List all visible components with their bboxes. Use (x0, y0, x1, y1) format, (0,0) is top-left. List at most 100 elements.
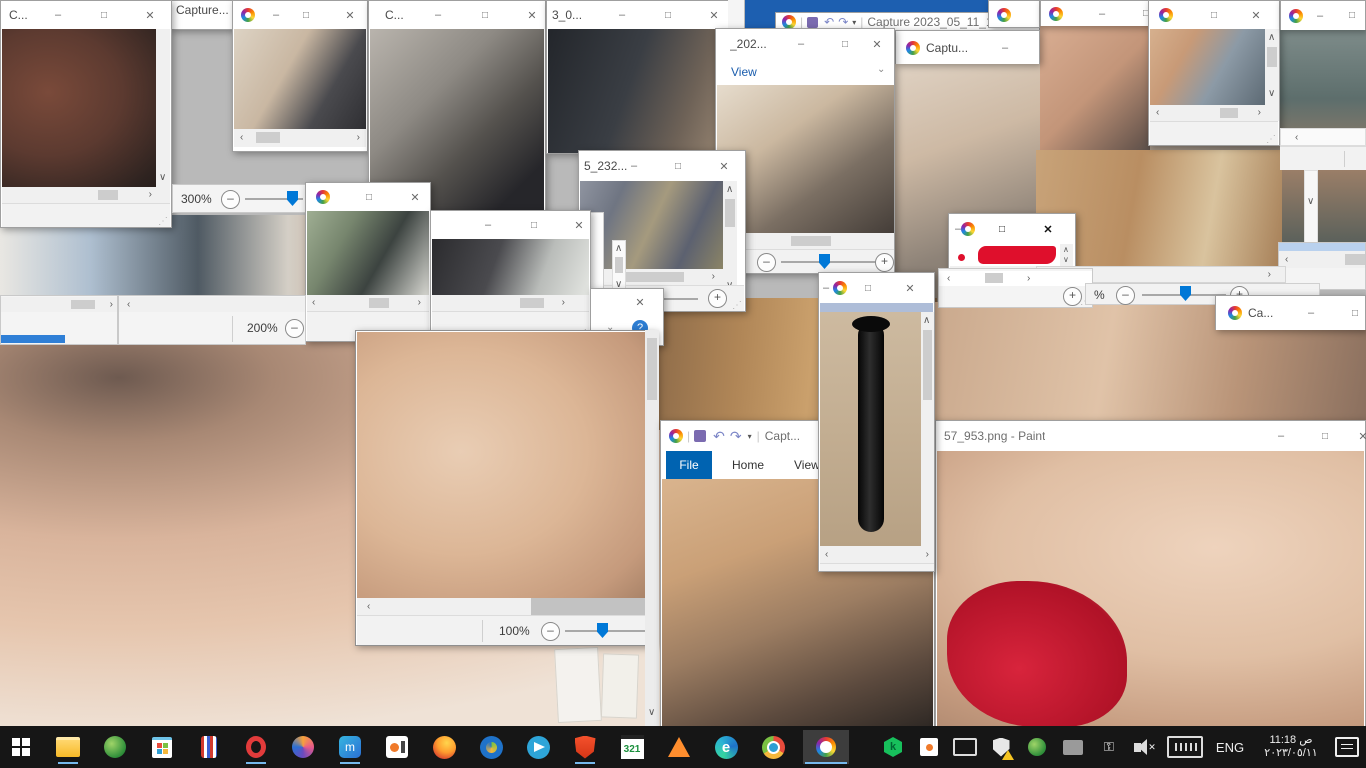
chevron-left-icon[interactable]: ‹ (312, 298, 315, 308)
zoom-slider-thumb[interactable] (287, 191, 298, 206)
scrollbar-thumb[interactable] (1267, 47, 1277, 67)
titlebar[interactable]: – □ ✕ (819, 273, 934, 303)
titlebar[interactable]: 3_0... – □ ✕ (547, 1, 729, 29)
minimize-button[interactable]: – (1294, 296, 1328, 330)
titlebar[interactable]: – □ ✕ (431, 211, 590, 239)
microsoft-store-icon[interactable] (147, 730, 177, 764)
clock[interactable]: 11:18 ص ٢٠٢٣/٠٥/١١ (1256, 730, 1326, 764)
close-button[interactable]: ✕ (1239, 1, 1273, 29)
maximize-button[interactable]: □ (517, 211, 551, 239)
chevron-up-icon[interactable]: ∧ (726, 185, 733, 195)
canvas-photo[interactable] (307, 211, 429, 295)
close-button[interactable]: ✕ (1031, 214, 1065, 244)
chevron-right-icon[interactable]: › (110, 300, 113, 310)
minimize-button[interactable]: – (421, 1, 455, 29)
scrollbar-thumb[interactable] (923, 330, 932, 400)
language-indicator[interactable]: ENG (1210, 730, 1250, 764)
close-button[interactable]: ✕ (697, 1, 731, 29)
window-narrow[interactable]: – □ ✕ ∧ ‹ › (818, 272, 935, 572)
camtasia-icon[interactable] (476, 730, 506, 764)
canvas-photo[interactable] (357, 332, 655, 598)
minimize-button[interactable]: – (617, 151, 651, 181)
zoom-out-button[interactable]: – (541, 622, 560, 641)
titlebar[interactable]: 5_232... – □ ✕ (579, 151, 745, 181)
telegram-icon[interactable] (523, 730, 553, 764)
titlebar[interactable]: – □ (1281, 1, 1365, 30)
maximize-button[interactable]: □ (828, 29, 862, 59)
window-3[interactable]: – □ ✕ ‹ › (232, 0, 368, 152)
window-tr2[interactable]: □ ✕ ∧ ∨ ‹ › ⋰ (1148, 0, 1280, 146)
core-temp-icon[interactable] (194, 730, 224, 764)
vertical-scrollbar[interactable]: ∧ ∨ (723, 181, 737, 299)
chevron-down-icon[interactable]: ∨ (1063, 255, 1069, 265)
volume-muted-tray-icon[interactable]: ✕ (1130, 730, 1160, 764)
redo-icon[interactable]: ↷ (838, 15, 848, 29)
scrollbar-thumb[interactable] (256, 132, 280, 143)
scrollbar-thumb[interactable] (725, 199, 735, 227)
zoom-out-button[interactable]: – (1116, 286, 1135, 305)
chevron-left-icon[interactable]: ‹ (825, 550, 828, 560)
scrollbar-thumb[interactable] (520, 298, 544, 308)
resize-grip-icon[interactable]: ⋰ (732, 300, 742, 311)
canvas-photo[interactable] (432, 239, 589, 295)
window-5[interactable]: 3_0... – □ ✕ (546, 0, 730, 154)
minimize-button[interactable]: – (784, 29, 818, 59)
maximize-button[interactable]: □ (1308, 421, 1342, 451)
minimize-button[interactable]: – (605, 1, 639, 29)
titlebar[interactable]: Ca... – □ (1216, 296, 1365, 330)
chevron-left-icon[interactable]: ‹ (947, 274, 950, 284)
minimize-button[interactable]: – (471, 211, 505, 239)
vertical-scrollbar-long[interactable]: ∨ (645, 330, 659, 726)
titlebar[interactable]: _202... – □ ✕ (716, 29, 894, 59)
maximize-button[interactable]: □ (661, 151, 695, 181)
scrollbar-fragment[interactable]: ∧ ∨ (612, 240, 626, 294)
horizontal-scrollbar[interactable]: ‹ › (307, 295, 429, 311)
chevron-right-icon[interactable]: › (1268, 270, 1271, 280)
scrollbar-thumb[interactable] (531, 598, 655, 615)
close-button[interactable]: ✕ (562, 211, 596, 239)
horizontal-scrollbar[interactable]: ‹ › (820, 546, 934, 563)
horizontal-scrollbar[interactable]: › (1, 297, 117, 312)
file-explorer-icon[interactable] (53, 730, 83, 764)
close-button[interactable]: ✕ (860, 29, 894, 59)
minimize-button[interactable]: – (988, 31, 1022, 64)
chevron-left-icon[interactable]: ‹ (1295, 133, 1298, 143)
close-button[interactable]: ✕ (623, 289, 657, 315)
notification-center-icon[interactable] (1332, 730, 1362, 764)
window-18[interactable]: – □ ✕ › ⋰ (430, 210, 591, 340)
chevron-right-icon[interactable]: › (562, 298, 565, 308)
maximize-button[interactable]: □ (1335, 1, 1366, 30)
chevron-up-icon[interactable]: ∧ (1268, 33, 1275, 43)
vertical-scrollbar[interactable]: ∨ (156, 29, 170, 187)
horizontal-scrollbar[interactable]: ‹ (119, 297, 305, 312)
canvas-photo[interactable] (548, 29, 728, 153)
minimize-button[interactable]: – (259, 1, 293, 29)
window-tr1[interactable]: – □ (1040, 0, 1150, 26)
horizontal-scrollbar[interactable]: ‹ › (939, 271, 1092, 286)
horizontal-scrollbar[interactable]: ‹ (357, 598, 655, 615)
save-icon[interactable] (807, 17, 818, 28)
zoom-slider-thumb[interactable] (1180, 286, 1191, 301)
idm-tray-icon[interactable] (1022, 730, 1052, 764)
titlebar[interactable]: □ ✕ (1149, 1, 1279, 29)
titlebar[interactable]: 57_953.png - Paint – □ ✕ (936, 421, 1365, 451)
resize-grip-icon[interactable]: ⋰ (1266, 134, 1276, 145)
maximize-button[interactable]: □ (352, 183, 386, 211)
chevron-right-icon[interactable]: › (357, 133, 360, 143)
minimize-button[interactable]: – (41, 1, 75, 29)
chevron-right-icon[interactable]: › (149, 190, 152, 200)
titlebar[interactable]: – □ ✕ (233, 1, 367, 29)
tab-view[interactable]: View (731, 65, 757, 79)
maximize-button[interactable]: □ (87, 1, 121, 29)
edge-icon[interactable]: e (711, 730, 741, 764)
chevron-left-icon[interactable]: ‹ (240, 133, 243, 143)
canvas-photo[interactable] (820, 312, 921, 546)
start-button[interactable] (6, 730, 36, 764)
close-button[interactable]: ✕ (398, 183, 432, 211)
maximize-button[interactable]: □ (851, 273, 885, 303)
defender-alert-tray-icon[interactable] (986, 730, 1016, 764)
canvas-photo[interactable] (234, 29, 366, 129)
window-1[interactable]: C... – □ ✕ ∨ › ⋰ (0, 0, 172, 228)
canvas-photo[interactable] (937, 451, 1364, 727)
tab-file[interactable]: File (666, 451, 712, 479)
